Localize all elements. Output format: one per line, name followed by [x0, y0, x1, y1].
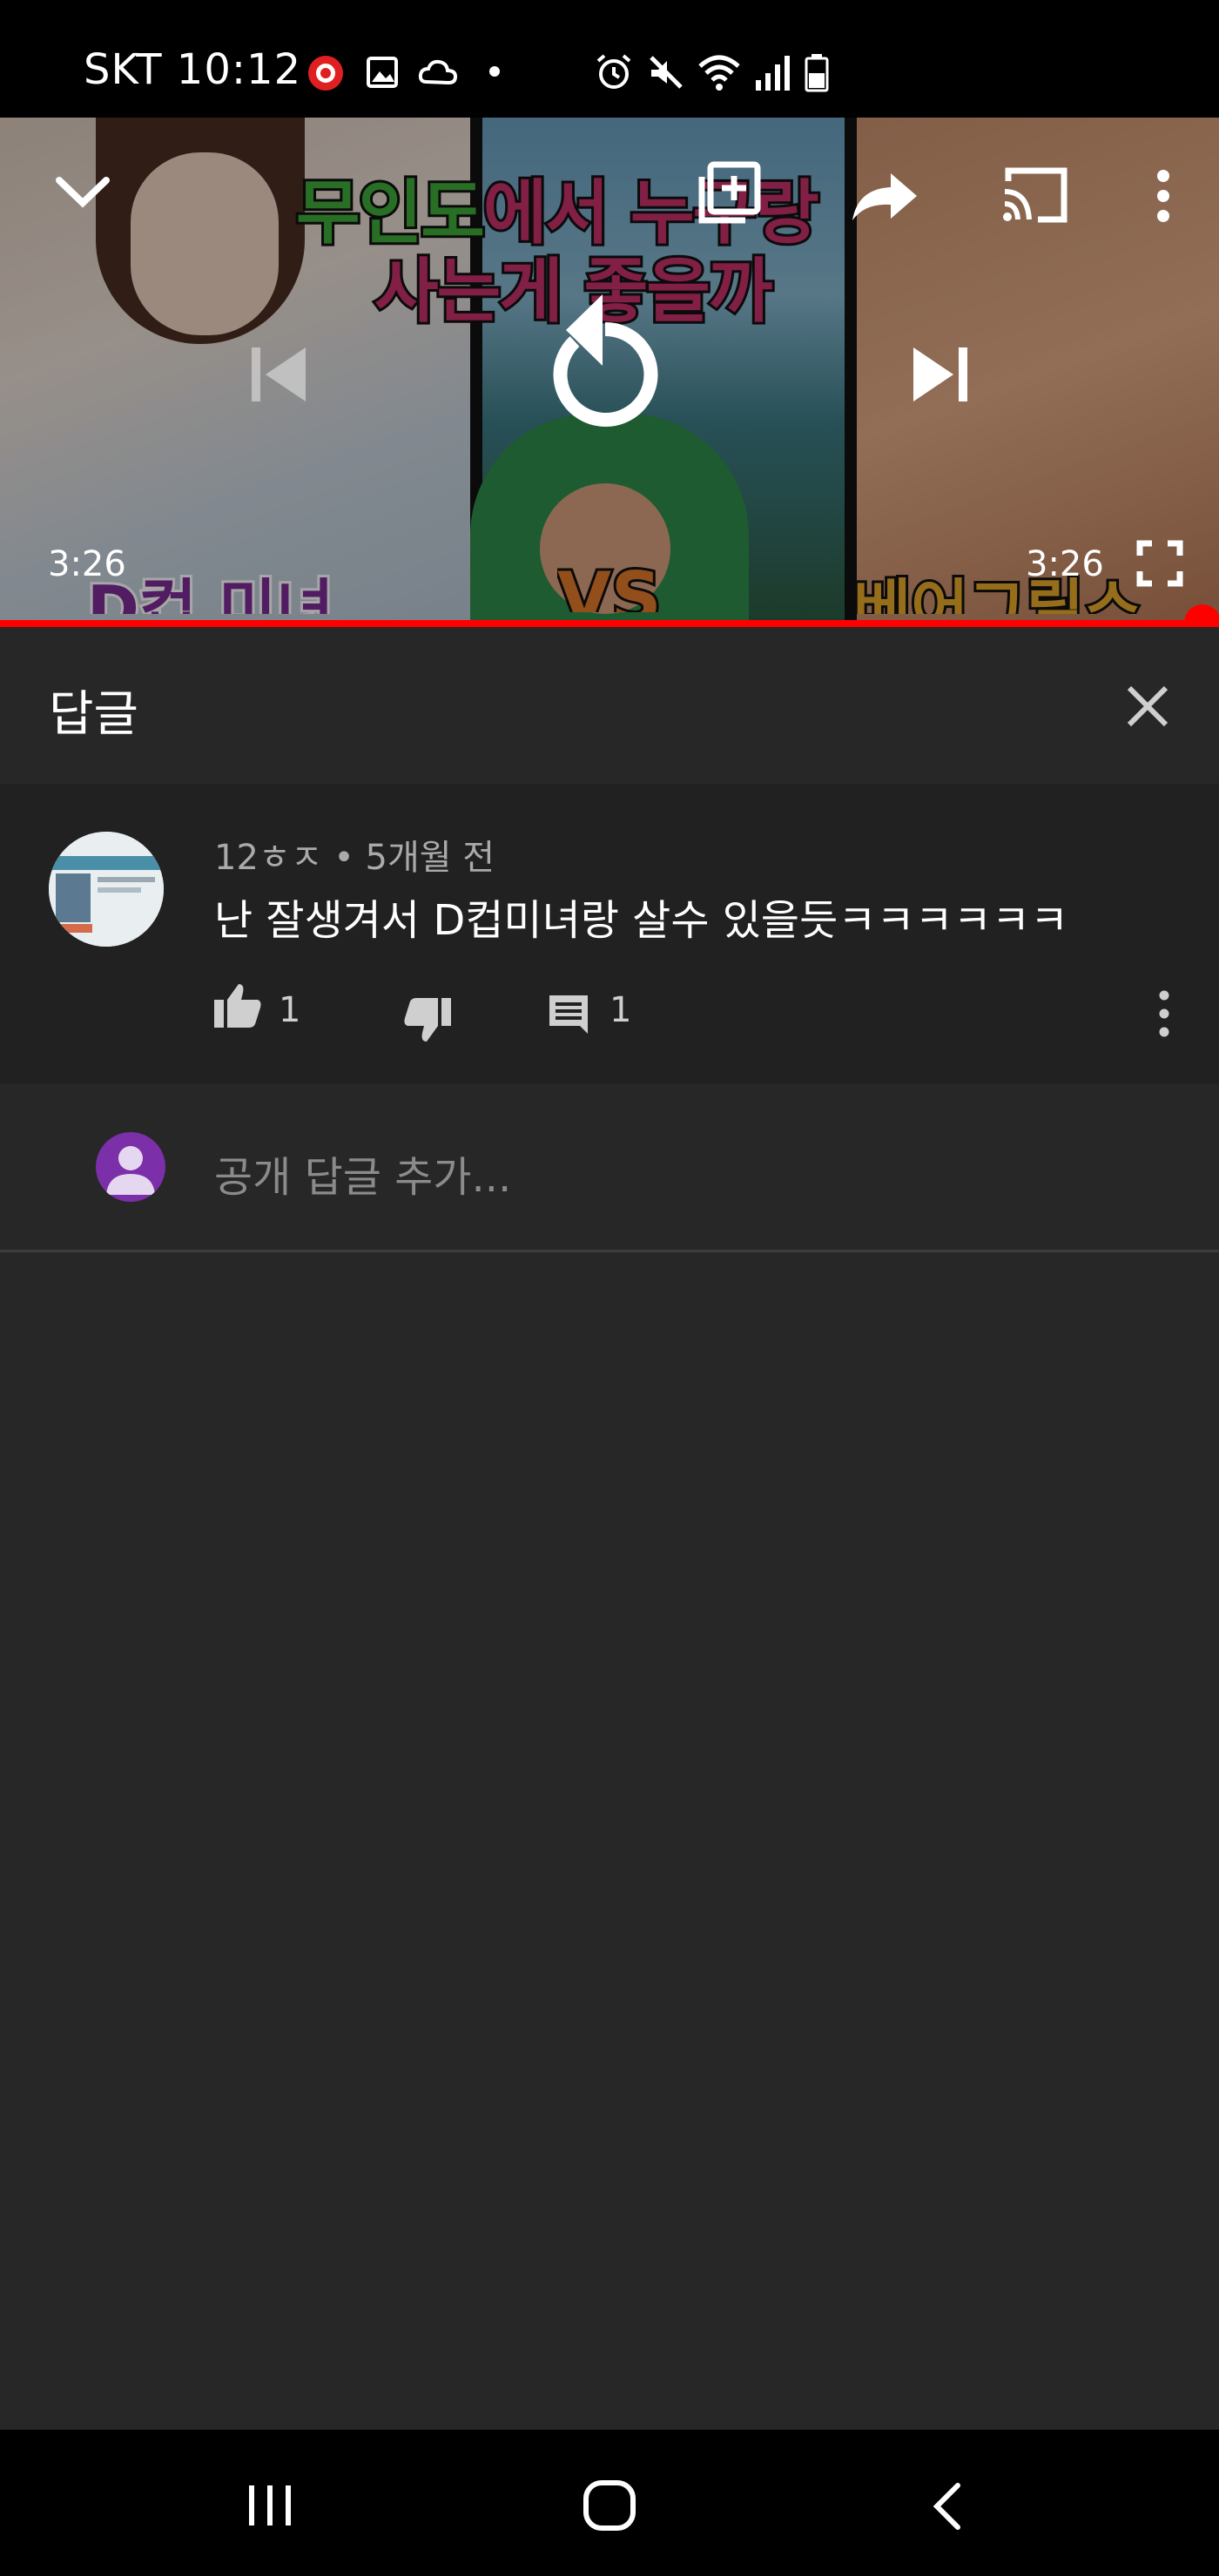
signal-icon — [756, 56, 790, 91]
comment-more-icon[interactable] — [1153, 988, 1175, 1040]
replay-icon[interactable] — [540, 287, 670, 435]
cloud-icon — [418, 59, 458, 85]
like-count: 1 — [279, 990, 301, 1030]
close-icon[interactable] — [1119, 678, 1176, 735]
comment-meta: 12ㅎㅈ • 5개월 전 — [214, 829, 495, 880]
comment-author[interactable]: 12ㅎㅈ — [214, 838, 323, 878]
next-icon[interactable] — [910, 344, 971, 405]
reply-panel-title: 답글 — [49, 686, 139, 743]
user-silhouette-icon — [106, 1146, 155, 1195]
alarm-icon — [596, 54, 631, 89]
reply-count: 1 — [610, 990, 632, 1030]
cast-icon[interactable] — [1000, 165, 1069, 225]
comment-age: 5개월 전 — [365, 838, 495, 878]
avatar-image — [49, 832, 164, 947]
app-notification-icon — [308, 56, 343, 91]
home-icon[interactable] — [582, 2478, 637, 2532]
gallery-icon — [367, 57, 398, 88]
dot-icon — [489, 66, 500, 77]
dislike-icon[interactable] — [402, 996, 453, 1043]
time-total: 3:26 — [1026, 544, 1104, 584]
add-reply-input[interactable]: 공개 답글 추가... — [214, 1143, 511, 1204]
avatar[interactable] — [49, 832, 164, 947]
comment-text: 난 잘생겨서 D컵미녀랑 살수 있을듯ㅋㅋㅋㅋㅋㅋ — [214, 896, 1069, 945]
share-icon[interactable] — [849, 170, 919, 222]
back-icon[interactable] — [930, 2480, 965, 2532]
like-icon[interactable] — [212, 982, 263, 1029]
previous-icon — [252, 347, 306, 401]
carrier-time: SKT 10:12 — [84, 45, 302, 94]
battery-icon — [805, 54, 829, 92]
mute-icon — [650, 56, 683, 89]
progress-bar[interactable] — [0, 620, 1219, 627]
reply-comment-icon[interactable] — [547, 993, 590, 1036]
time-elapsed: 3:26 — [48, 544, 126, 584]
my-avatar — [96, 1132, 165, 1202]
fullscreen-icon[interactable] — [1136, 540, 1183, 587]
wifi-icon — [698, 55, 740, 91]
collapse-chevron-icon[interactable] — [52, 170, 113, 213]
recent-apps-icon[interactable] — [244, 2482, 296, 2529]
add-to-playlist-icon[interactable] — [697, 161, 761, 226]
reply-panel-header — [0, 627, 1219, 784]
meta-separator: • — [322, 838, 366, 878]
add-reply-row — [0, 1084, 1219, 1252]
more-options-icon[interactable] — [1149, 165, 1177, 226]
